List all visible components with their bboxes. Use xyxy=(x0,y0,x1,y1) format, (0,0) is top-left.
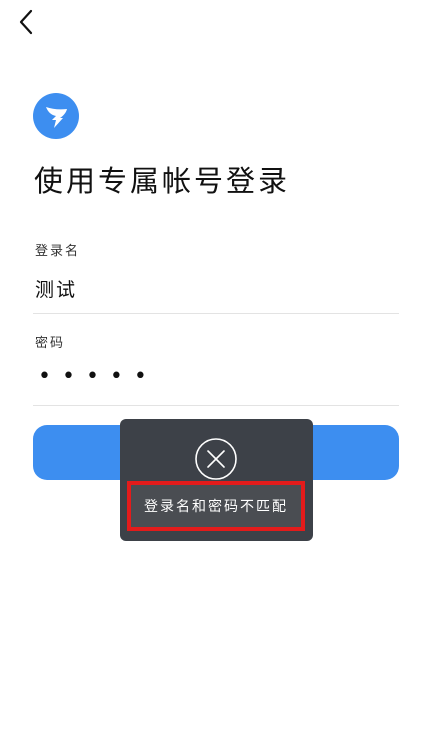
chevron-left-icon xyxy=(19,9,33,35)
error-message: 登录名和密码不匹配 xyxy=(144,499,288,515)
back-button[interactable] xyxy=(10,6,42,38)
close-circle-icon xyxy=(195,438,237,480)
app-logo xyxy=(33,93,79,139)
username-label: 登录名 xyxy=(35,244,81,259)
password-input[interactable]: ••••• xyxy=(38,364,158,389)
dingtalk-logo-icon xyxy=(46,107,67,128)
username-divider xyxy=(33,313,399,314)
username-input[interactable]: 测试 xyxy=(35,275,77,302)
error-toast: 登录名和密码不匹配 xyxy=(120,419,313,541)
error-message-highlight: 登录名和密码不匹配 xyxy=(127,481,305,531)
password-divider xyxy=(33,405,399,406)
page-title: 使用专属帐号登录 xyxy=(34,164,291,198)
password-label: 密码 xyxy=(35,336,66,351)
